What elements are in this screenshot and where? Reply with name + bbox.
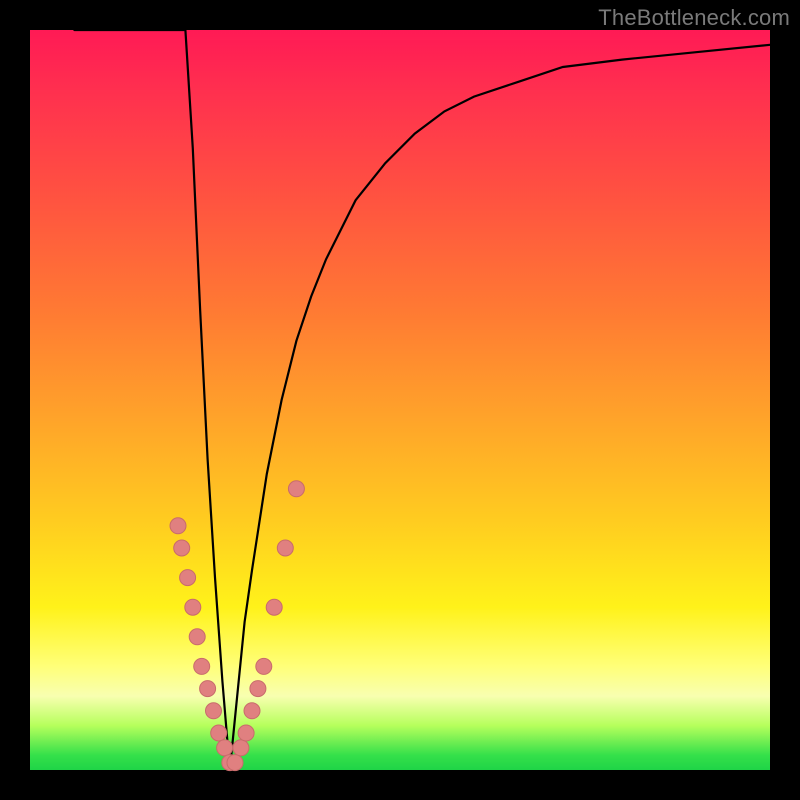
data-point: [174, 540, 190, 556]
data-point: [217, 740, 233, 756]
data-point: [180, 570, 196, 586]
data-point: [266, 599, 282, 615]
data-points: [170, 481, 304, 771]
data-point: [189, 629, 205, 645]
data-point: [185, 599, 201, 615]
curve-layer: [30, 30, 770, 770]
bottleneck-curve: [74, 30, 770, 770]
data-point: [244, 703, 260, 719]
data-point: [238, 725, 254, 741]
data-point: [206, 703, 222, 719]
data-point: [211, 725, 227, 741]
data-point: [288, 481, 304, 497]
data-point: [277, 540, 293, 556]
data-point: [170, 518, 186, 534]
data-point: [194, 658, 210, 674]
plot-area: [30, 30, 770, 770]
data-point: [250, 681, 266, 697]
watermark: TheBottleneck.com: [598, 5, 790, 31]
data-point: [233, 740, 249, 756]
data-point: [256, 658, 272, 674]
data-point: [200, 681, 216, 697]
data-point: [227, 755, 243, 771]
chart-frame: TheBottleneck.com: [0, 0, 800, 800]
